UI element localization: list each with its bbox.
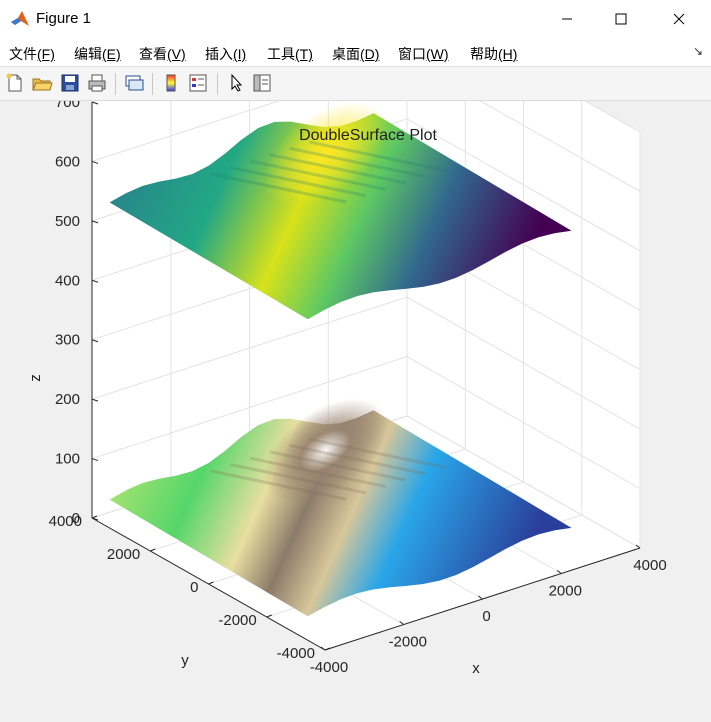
z-tick-label: 700 (55, 101, 80, 111)
y-tick-label: 2000 (107, 546, 140, 563)
dock-arrow-icon[interactable]: ↘ (693, 44, 703, 58)
menu-file[interactable]: 文件(F) (9, 44, 55, 64)
close-icon (673, 13, 685, 25)
maximize-button[interactable] (598, 0, 644, 38)
open-file-icon[interactable] (31, 72, 53, 94)
menu-tools[interactable]: 工具(T) (267, 44, 313, 64)
maximize-icon (615, 13, 627, 25)
figure-area: 0 100 200 300 400 500 600 700 -4000 -2000 0 2000 400… (0, 0, 711, 717)
z-tick-label: 100 (55, 451, 80, 468)
x-tick-label: -2000 (389, 634, 427, 651)
menu-help[interactable]: 帮助(H) (470, 44, 517, 64)
pointer-icon[interactable] (225, 72, 247, 94)
z-tick-label: 500 (55, 213, 80, 230)
y-tick-label: 4000 (49, 513, 82, 530)
menu-view[interactable]: 查看(V) (139, 44, 186, 64)
colorbar-icon[interactable] (160, 72, 182, 94)
menu-insert[interactable]: 插入(I) (205, 44, 246, 64)
x-tick-label: -4000 (310, 659, 348, 676)
z-tick-label: 300 (55, 332, 80, 349)
x-axis-label: x (472, 660, 480, 677)
menu-desktop[interactable]: 桌面(D) (332, 44, 379, 64)
x-tick-label: 4000 (633, 557, 666, 574)
y-axis-label: y (181, 652, 189, 669)
toolbar-separator (217, 73, 218, 95)
menu-bar: 文件(F) 编辑(E) 查看(V) 插入(I) 工具(T) 桌面(D) 窗口(W… (0, 38, 711, 67)
toolbar-separator (115, 73, 116, 95)
z-tick-label: 200 (55, 391, 80, 408)
new-figure-icon[interactable] (4, 72, 26, 94)
matlab-logo-icon (11, 11, 29, 26)
minimize-button[interactable] (544, 0, 590, 38)
close-button[interactable] (656, 0, 702, 38)
chart-title: DoubleSurface Plot (299, 127, 437, 144)
y-tick-label: 0 (190, 579, 198, 596)
toolbar (0, 67, 711, 101)
surface-plot[interactable]: 0 100 200 300 400 500 600 700 -4000 -2000 0 2000 400… (0, 0, 711, 717)
z-tick-label: 600 (55, 153, 80, 170)
x-tick-label: 0 (482, 608, 490, 625)
menu-window[interactable]: 窗口(W) (398, 44, 449, 64)
z-tick-label: 400 (55, 272, 80, 289)
toolbar-separator (152, 73, 153, 95)
x-tick-label: 2000 (549, 583, 582, 600)
z-axis-label: z (27, 374, 44, 382)
legend-icon[interactable] (187, 72, 209, 94)
minimize-icon (562, 18, 572, 20)
menu-edit[interactable]: 编辑(E) (74, 44, 121, 64)
window-title: Figure 1 (36, 10, 92, 27)
property-inspector-icon[interactable] (251, 72, 273, 94)
print-icon[interactable] (86, 72, 108, 94)
title-bar: Figure 1 (0, 0, 711, 38)
save-icon[interactable] (59, 72, 81, 94)
link-plot-icon[interactable] (123, 72, 145, 94)
y-tick-label: -2000 (218, 612, 256, 629)
